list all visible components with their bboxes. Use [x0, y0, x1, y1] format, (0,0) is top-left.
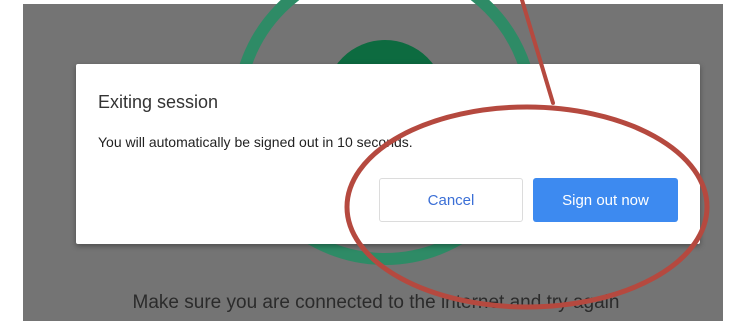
- dialog-title: Exiting session: [98, 92, 219, 112]
- exiting-session-dialog: Exiting session You will automatically b…: [76, 64, 700, 244]
- cancel-button[interactable]: Cancel: [379, 178, 523, 222]
- screen: Make sure you are connected to the inter…: [0, 0, 752, 321]
- sign-out-now-button[interactable]: Sign out now: [533, 178, 678, 222]
- connection-message: Make sure you are connected to the inter…: [132, 292, 620, 313]
- dialog-message: You will automatically be signed out in …: [98, 134, 413, 150]
